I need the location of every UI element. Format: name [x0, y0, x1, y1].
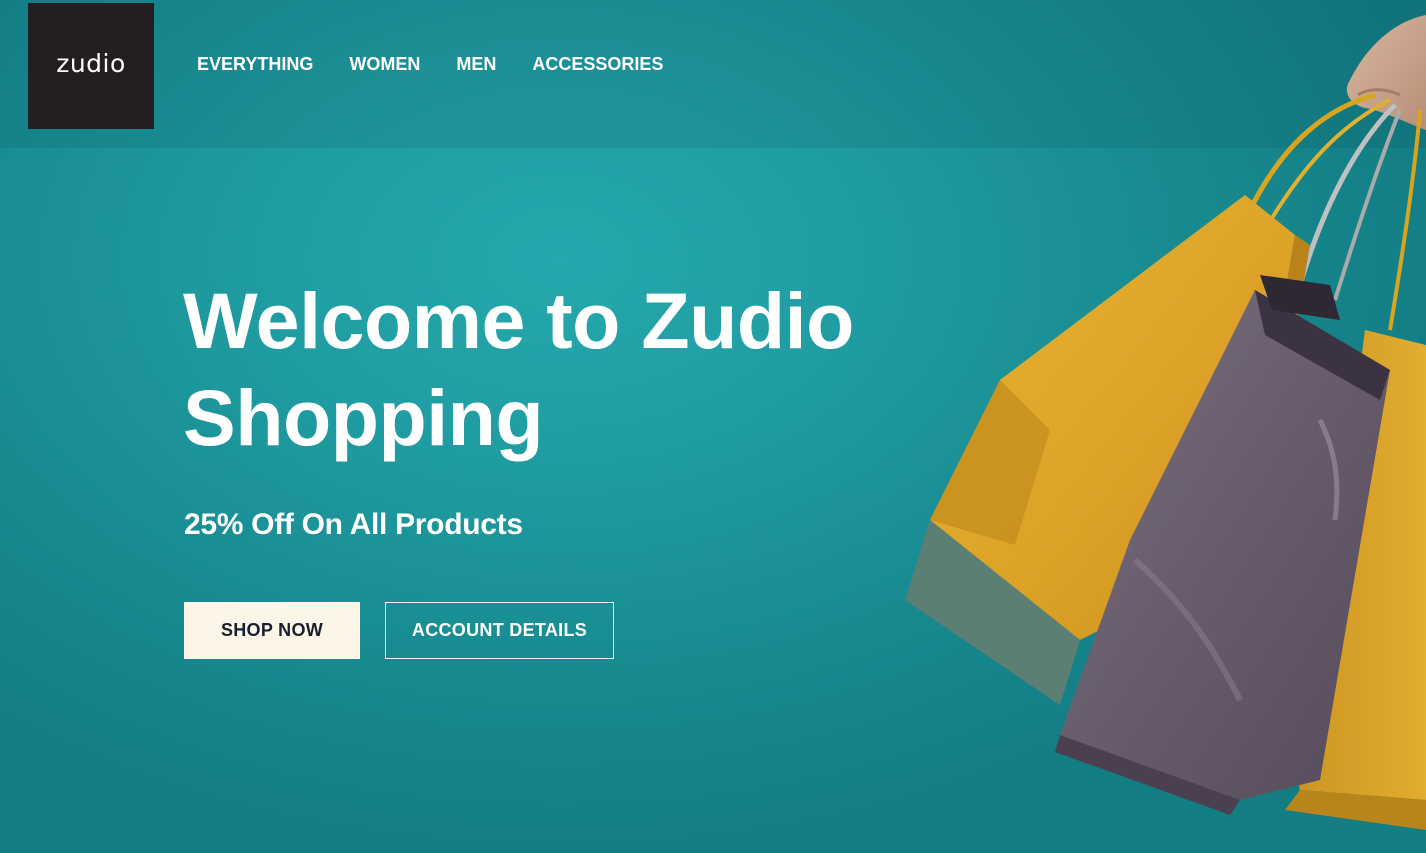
account-details-button[interactable]: ACCOUNT DETAILS	[385, 602, 614, 659]
shopping-bags-image	[905, 15, 1426, 830]
nav-link-women[interactable]: WOMEN	[349, 54, 420, 75]
hero-subtitle: 25% Off On All Products	[184, 508, 523, 541]
hero-title: Welcome to Zudio Shopping	[183, 272, 943, 466]
main-nav: EVERYTHING WOMEN MEN ACCESSORIES	[197, 54, 699, 75]
hero-title-line2: Shopping	[183, 373, 544, 462]
nav-link-accessories[interactable]: ACCESSORIES	[532, 54, 663, 75]
nav-link-everything[interactable]: EVERYTHING	[197, 54, 313, 75]
logo-text: zudio	[56, 48, 126, 78]
hero-section: zudio EVERYTHING WOMEN MEN ACCESSORIES W…	[0, 0, 1426, 853]
hero-title-line1: Welcome to Zudio	[183, 276, 854, 365]
shop-now-button[interactable]: SHOP NOW	[184, 602, 360, 659]
nav-link-men[interactable]: MEN	[456, 54, 496, 75]
brand-logo[interactable]: zudio	[28, 3, 154, 129]
